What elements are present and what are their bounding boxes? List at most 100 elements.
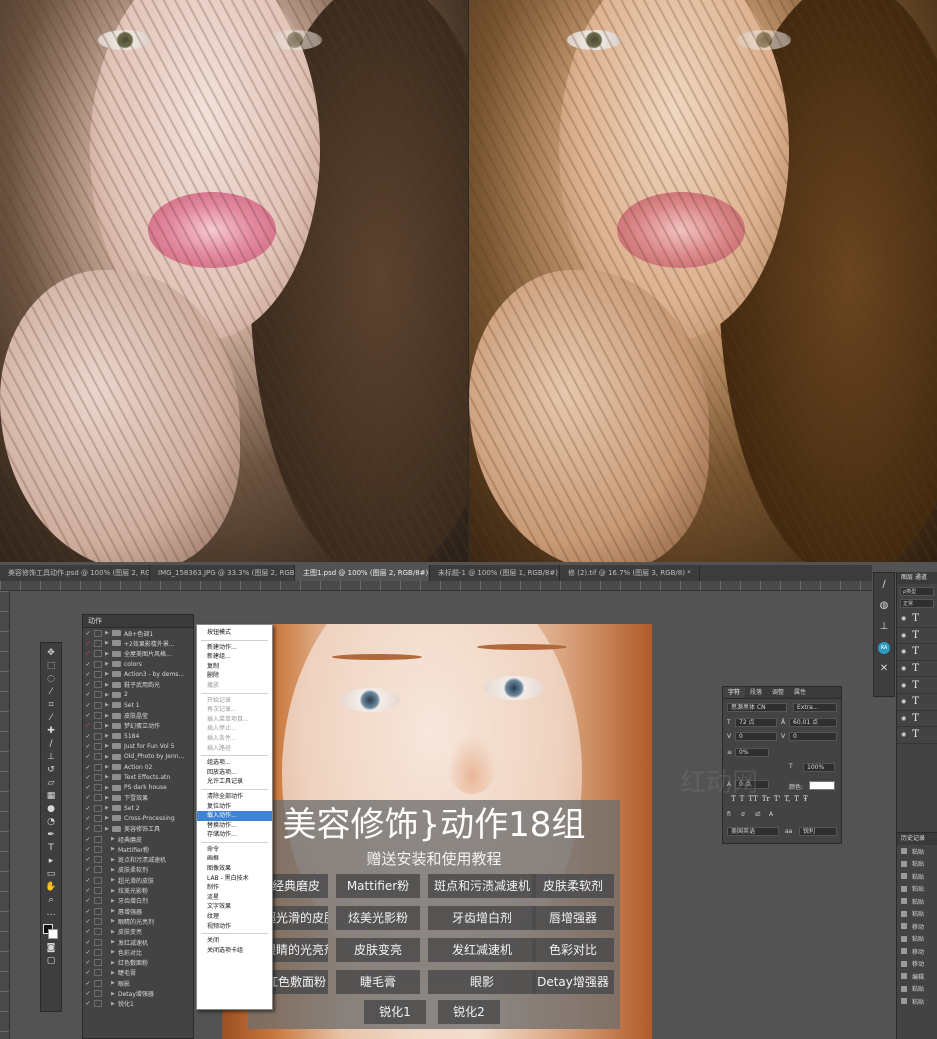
- ruler-horizontal[interactable]: [0, 581, 872, 591]
- dialog-toggle[interactable]: [94, 1000, 102, 1008]
- checkmark-icon[interactable]: ✓: [83, 671, 93, 678]
- chevron-right-icon[interactable]: ▶: [105, 723, 112, 729]
- menu-item[interactable]: LAB - 黑白技术: [197, 874, 272, 884]
- effect-button[interactable]: 发红减速机: [428, 938, 536, 962]
- lasso-tool-icon[interactable]: ◌: [44, 675, 58, 684]
- layers-panel-tabs[interactable]: 图层 通道: [897, 572, 937, 584]
- character-tab[interactable]: 调整: [767, 687, 789, 698]
- menu-item[interactable]: 载入动作...: [197, 811, 272, 821]
- text-style-button[interactable]: T: [794, 795, 799, 803]
- dialog-toggle[interactable]: [94, 866, 102, 874]
- oldstyle-icon[interactable]: ơ: [741, 811, 745, 818]
- effect-button[interactable]: 皮肤柔软剂: [532, 874, 614, 898]
- kerning-field[interactable]: 0: [735, 732, 777, 741]
- text-color-swatch[interactable]: [809, 781, 835, 790]
- effect-button[interactable]: 唇增强器: [532, 906, 614, 930]
- checkmark-icon[interactable]: ✓: [83, 846, 93, 853]
- action-item[interactable]: ✓ ▶ 眼影: [83, 978, 193, 988]
- document-tab[interactable]: 修 (2).tif @ 16.7% (图层 3, RGB/8) *: [560, 565, 700, 581]
- eye-icon[interactable]: ◉: [901, 682, 906, 689]
- menu-item[interactable]: 存储动作...: [197, 830, 272, 840]
- action-item[interactable]: ✓ ▶ 牙齿增白剂: [83, 896, 193, 906]
- menu-item[interactable]: 按钮模式: [197, 628, 272, 638]
- dialog-toggle[interactable]: [94, 959, 102, 967]
- zoom-tool-icon[interactable]: ⌕: [44, 896, 58, 905]
- dialog-toggle[interactable]: [94, 763, 102, 771]
- chevron-right-icon[interactable]: ▶: [111, 991, 118, 997]
- action-item[interactable]: ✓ ▶ Action3 - by dems...: [83, 669, 193, 679]
- dialog-toggle[interactable]: [94, 753, 102, 761]
- chevron-right-icon[interactable]: ▶: [105, 651, 112, 657]
- effect-button[interactable]: 眼影: [428, 970, 536, 994]
- action-item[interactable]: ✓ ▶ 2: [83, 690, 193, 700]
- action-item[interactable]: ✓ ▶ Mattifier粉: [83, 844, 193, 854]
- action-item[interactable]: ✓ ▶ 眼睛的光亮剂: [83, 916, 193, 926]
- action-item[interactable]: ✓ ▶ 睫毛膏: [83, 968, 193, 978]
- chevron-right-icon[interactable]: ▶: [105, 630, 112, 636]
- chevron-right-icon[interactable]: ▶: [111, 908, 118, 914]
- checkmark-icon[interactable]: ✓: [83, 630, 93, 637]
- chevron-right-icon[interactable]: ▶: [105, 733, 112, 739]
- chevron-right-icon[interactable]: ▶: [105, 815, 112, 821]
- menu-item[interactable]: 允许工具记录: [197, 777, 272, 787]
- history-step[interactable]: 移动: [897, 958, 937, 971]
- eye-icon[interactable]: ◉: [901, 632, 906, 639]
- antialias-select[interactable]: 锐利: [799, 827, 837, 836]
- layer-row[interactable]: ◉ T: [897, 611, 937, 628]
- chevron-right-icon[interactable]: ▶: [105, 692, 112, 698]
- history-step[interactable]: 粘贴: [897, 995, 937, 1008]
- checkmark-icon[interactable]: ✓: [83, 805, 93, 812]
- color-swatches[interactable]: [43, 924, 59, 940]
- action-item[interactable]: ✓ ▶ 超光滑的皮肤: [83, 875, 193, 885]
- action-item[interactable]: ✓ ▶ 色彩对比: [83, 947, 193, 957]
- history-step[interactable]: 粘贴: [897, 895, 937, 908]
- actions-panel-title[interactable]: 动作: [83, 615, 193, 628]
- menu-item[interactable]: 文字效果: [197, 902, 272, 912]
- chevron-right-icon[interactable]: ▶: [105, 702, 112, 708]
- menu-item[interactable]: 图像效果: [197, 864, 272, 874]
- checkmark-icon[interactable]: ✓: [83, 949, 93, 956]
- chevron-right-icon[interactable]: ▶: [111, 867, 118, 873]
- tracking-field[interactable]: 0: [789, 732, 837, 741]
- checkmark-icon[interactable]: ✓: [83, 691, 93, 698]
- chevron-right-icon[interactable]: ▶: [111, 836, 118, 842]
- menu-item[interactable]: 纹理: [197, 912, 272, 922]
- effect-button[interactable]: Detay增强器: [532, 970, 614, 994]
- dialog-toggle[interactable]: [94, 670, 102, 678]
- action-item[interactable]: ✓ ▶ colors: [83, 659, 193, 669]
- vertical-scale-field[interactable]: 0%: [735, 748, 769, 757]
- chevron-right-icon[interactable]: ▶: [111, 939, 118, 945]
- checkmark-icon[interactable]: ✓: [83, 650, 93, 657]
- action-item[interactable]: ✓ ▶ 全屋美图片风格...: [83, 649, 193, 659]
- document-tab[interactable]: 未标题-1 @ 100% (图层 1, RGB/8#) *: [430, 565, 560, 581]
- checkmark-icon[interactable]: ✓: [83, 928, 93, 935]
- color-wheel-icon[interactable]: ◍: [878, 600, 890, 612]
- checkmark-icon[interactable]: ✓: [83, 836, 93, 843]
- font-size-field[interactable]: 72 点: [735, 718, 777, 727]
- history-step[interactable]: 粘贴: [897, 933, 937, 946]
- menu-item[interactable]: 复位动作: [197, 802, 272, 812]
- action-item[interactable]: ✓ ▶ 炫美光影粉: [83, 885, 193, 895]
- layer-row[interactable]: ◉ T: [897, 628, 937, 645]
- shape-tool-icon[interactable]: ▭: [44, 870, 58, 879]
- gradient-tool-icon[interactable]: ▦: [44, 792, 58, 801]
- menu-item[interactable]: 命令: [197, 845, 272, 855]
- character-tab[interactable]: 字符: [723, 687, 746, 698]
- quick-select-tool-icon[interactable]: ⁄: [44, 688, 58, 697]
- chevron-right-icon[interactable]: ▶: [105, 795, 112, 801]
- ra-plugin-icon[interactable]: RA: [878, 642, 890, 654]
- checkmark-icon[interactable]: ✓: [83, 784, 93, 791]
- dialog-toggle[interactable]: [94, 917, 102, 925]
- more-tools-icon[interactable]: …: [44, 909, 58, 918]
- effect-button[interactable]: 睫毛膏: [336, 970, 420, 994]
- layer-row[interactable]: ◉ T: [897, 677, 937, 694]
- effect-button[interactable]: 超光滑的皮肤: [264, 906, 328, 930]
- dialog-toggle[interactable]: [94, 979, 102, 987]
- checkmark-icon[interactable]: ✓: [83, 866, 93, 873]
- chevron-right-icon[interactable]: ▶: [105, 785, 112, 791]
- menu-item[interactable]: 流星: [197, 893, 272, 903]
- action-item[interactable]: ✓ ▶ Cross-Processing: [83, 813, 193, 823]
- effect-button[interactable]: 炫美光影粉: [336, 906, 420, 930]
- layer-row[interactable]: ◉ T: [897, 644, 937, 661]
- menu-item[interactable]: 替换动作...: [197, 821, 272, 831]
